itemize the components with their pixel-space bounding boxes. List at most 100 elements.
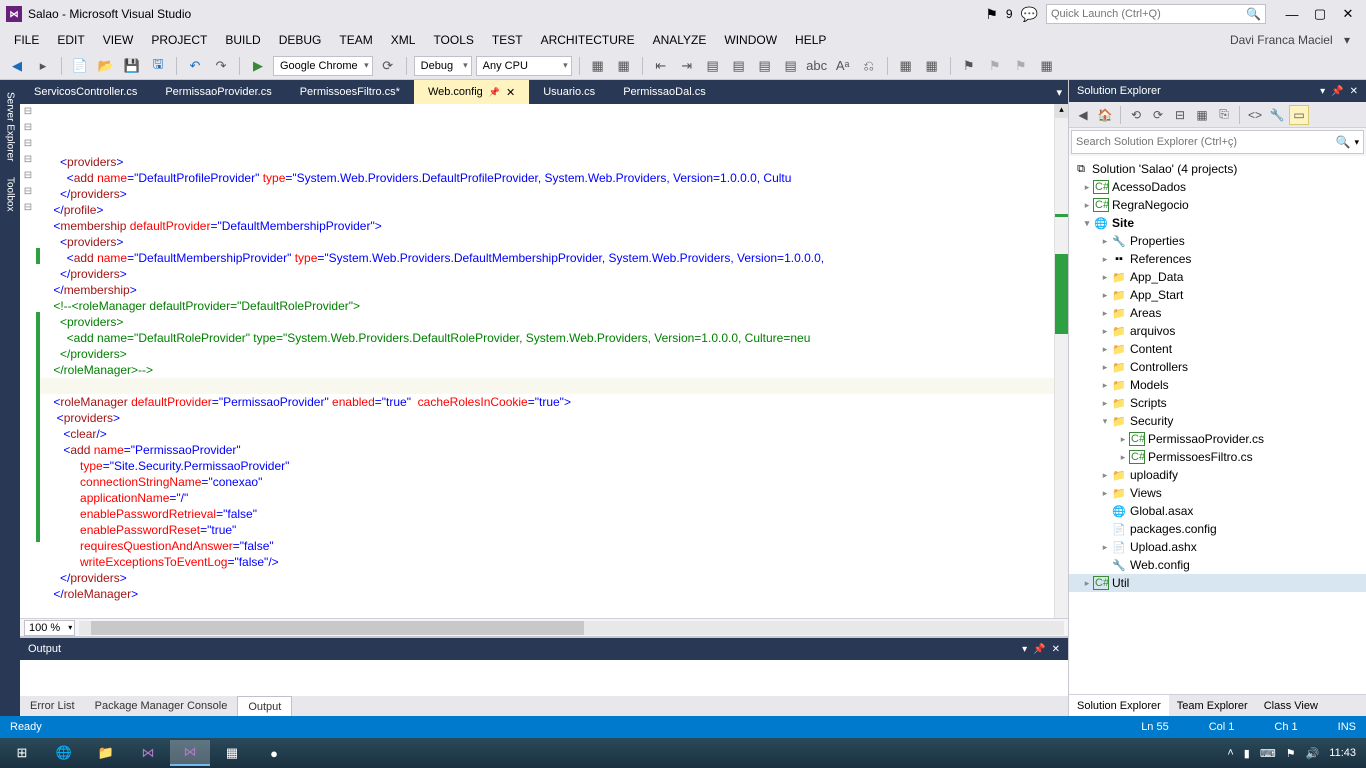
tree-project[interactable]: ▸C#AcessoDados — [1069, 178, 1366, 196]
tree-file[interactable]: ▸C#PermissaoProvider.cs — [1069, 430, 1366, 448]
se-home-button[interactable]: 🏠 — [1095, 105, 1115, 125]
menu-view[interactable]: VIEW — [95, 31, 142, 49]
minimize-button[interactable]: ― — [1280, 4, 1304, 24]
tb-icon-g[interactable]: ▦ — [921, 55, 943, 77]
se-copy-button[interactable]: ⎘ — [1214, 105, 1234, 125]
se-close-icon[interactable]: ✕ — [1350, 86, 1358, 97]
tb-icon-a[interactable]: ▤ — [754, 55, 776, 77]
rail-server-explorer[interactable]: Server Explorer — [3, 84, 18, 169]
tree-folder[interactable]: ▸📁App_Start — [1069, 286, 1366, 304]
menu-test[interactable]: TEST — [484, 31, 531, 49]
tree-file[interactable]: ▸📄Upload.ashx — [1069, 538, 1366, 556]
redo-button[interactable]: ↷ — [210, 55, 232, 77]
tb-icon-1[interactable]: ▦ — [587, 55, 609, 77]
zoom-combo[interactable]: 100 % — [24, 620, 75, 636]
platform-combo[interactable]: Any CPU — [476, 56, 572, 76]
maximize-button[interactable]: ▢ — [1308, 4, 1332, 24]
tab-output[interactable]: Output — [237, 696, 292, 716]
browser-combo[interactable]: Google Chrome — [273, 56, 373, 76]
tb-icon-h[interactable]: ⚑ — [984, 55, 1006, 77]
tree-folder[interactable]: ▸📁Models — [1069, 376, 1366, 394]
menu-build[interactable]: BUILD — [217, 31, 268, 49]
solution-tree[interactable]: ⧉Solution 'Salao' (4 projects) ▸C#Acesso… — [1069, 156, 1366, 694]
signed-in-user[interactable]: Davi Franca Maciel ▾ — [1214, 31, 1360, 49]
close-button[interactable]: ✕ — [1336, 4, 1360, 24]
output-dropdown-icon[interactable]: ▾ — [1022, 644, 1027, 655]
tree-folder[interactable]: ▸📁arquivos — [1069, 322, 1366, 340]
notification-count[interactable]: 9 — [1006, 7, 1013, 21]
output-close-icon[interactable]: ✕ — [1052, 644, 1060, 655]
code-editor[interactable]: ⊟⊟⊟⊟⊟⊟⊟ <providers> <add name="DefaultPr… — [20, 104, 1068, 618]
code-content[interactable]: <providers> <add name="DefaultProfilePro… — [36, 104, 1054, 618]
tree-file[interactable]: ▸C#PermissoesFiltro.cs — [1069, 448, 1366, 466]
tb-icon-e[interactable]: ⎌ — [858, 55, 880, 77]
menu-edit[interactable]: EDIT — [49, 31, 92, 49]
uncomment-button[interactable]: ▤ — [728, 55, 750, 77]
tab-team-explorer[interactable]: Team Explorer — [1169, 695, 1256, 716]
horizontal-scrollbar[interactable] — [79, 621, 1064, 635]
se-properties-button[interactable]: 🔧 — [1267, 105, 1287, 125]
se-dropdown-icon[interactable]: ▾ — [1320, 86, 1325, 97]
tray-lang-icon[interactable]: ⌨ — [1260, 747, 1276, 760]
tab-pm-console[interactable]: Package Manager Console — [85, 696, 238, 716]
taskbar-app2[interactable]: ● — [254, 740, 294, 766]
tray-network-icon[interactable]: ▮ — [1244, 747, 1250, 760]
system-tray[interactable]: ˄ ▮ ⌨ ⚑ 🔊 11:43 — [1219, 747, 1364, 760]
nav-back-button[interactable]: ◀ — [6, 55, 28, 77]
feedback-icon[interactable]: 💬 — [1021, 6, 1038, 23]
menu-architecture[interactable]: ARCHITECTURE — [533, 31, 643, 49]
se-collapse-button[interactable]: ⊟ — [1170, 105, 1190, 125]
tree-folder[interactable]: ▸📁App_Data — [1069, 268, 1366, 286]
tray-clock[interactable]: 11:43 — [1329, 747, 1356, 759]
config-combo[interactable]: Debug — [414, 56, 472, 76]
tree-folder[interactable]: ▸📁Scripts — [1069, 394, 1366, 412]
tab-webconfig[interactable]: Web.config📌✕ — [414, 80, 529, 104]
menu-xml[interactable]: XML — [383, 31, 424, 49]
tb-icon-i[interactable]: ⚑ — [1010, 55, 1032, 77]
tray-volume-icon[interactable]: 🔊 — [1306, 747, 1320, 760]
tab-permissaoprovider[interactable]: PermissaoProvider.cs — [151, 80, 285, 104]
taskbar-explorer[interactable]: 📁 — [86, 740, 126, 766]
output-pin-icon[interactable]: 📌 — [1033, 644, 1045, 655]
se-refresh-button[interactable]: ⟳ — [1148, 105, 1168, 125]
tb-icon-c[interactable]: abc — [806, 55, 828, 77]
menu-team[interactable]: TEAM — [331, 31, 380, 49]
notification-flag-icon[interactable]: ⚑ — [985, 6, 998, 23]
menu-project[interactable]: PROJECT — [143, 31, 215, 49]
tb-icon-2[interactable]: ▦ — [613, 55, 635, 77]
se-search-input[interactable] — [1076, 136, 1336, 148]
outline-margin[interactable]: ⊟⊟⊟⊟⊟⊟⊟ — [20, 104, 36, 618]
se-search[interactable]: 🔍 ▾ — [1071, 130, 1364, 154]
tabs-overflow-icon[interactable]: ▾ — [1056, 86, 1062, 99]
tree-properties[interactable]: ▸🔧Properties — [1069, 232, 1366, 250]
save-all-button[interactable]: 🖫 — [147, 55, 169, 77]
tb-icon-f[interactable]: ▦ — [895, 55, 917, 77]
open-file-button[interactable]: 📂 — [95, 55, 117, 77]
quick-launch-input[interactable] — [1051, 8, 1246, 20]
tree-folder[interactable]: ▸📁Controllers — [1069, 358, 1366, 376]
tree-references[interactable]: ▸▪▪References — [1069, 250, 1366, 268]
pin-icon[interactable]: 📌 — [489, 87, 500, 98]
menu-debug[interactable]: DEBUG — [271, 31, 330, 49]
rail-toolbox[interactable]: Toolbox — [3, 169, 18, 219]
tb-icon-d[interactable]: Aᵃ — [832, 55, 854, 77]
scroll-track[interactable]: ▴ — [1054, 104, 1068, 618]
tb-icon-j[interactable]: ▦ — [1036, 55, 1058, 77]
taskbar-chrome[interactable]: 🌐 — [44, 740, 84, 766]
indent-less-button[interactable]: ⇤ — [650, 55, 672, 77]
tree-file[interactable]: 🌐Global.asax — [1069, 502, 1366, 520]
se-preview-button[interactable]: ▭ — [1289, 105, 1309, 125]
save-button[interactable]: 💾 — [121, 55, 143, 77]
taskbar-app[interactable]: ▦ — [212, 740, 252, 766]
nav-forward-button[interactable]: ▸ — [32, 55, 54, 77]
new-project-button[interactable]: 📄 — [69, 55, 91, 77]
menu-analyze[interactable]: ANALYZE — [645, 31, 715, 49]
tb-icon-b[interactable]: ▤ — [780, 55, 802, 77]
tree-project-util[interactable]: ▸C#Util — [1069, 574, 1366, 592]
tree-project[interactable]: ▸C#RegraNegocio — [1069, 196, 1366, 214]
indent-more-button[interactable]: ⇥ — [676, 55, 698, 77]
quick-launch[interactable]: 🔍 — [1046, 4, 1266, 24]
bookmark-button[interactable]: ⚑ — [958, 55, 980, 77]
tab-usuario[interactable]: Usuario.cs — [529, 80, 609, 104]
comment-button[interactable]: ▤ — [702, 55, 724, 77]
